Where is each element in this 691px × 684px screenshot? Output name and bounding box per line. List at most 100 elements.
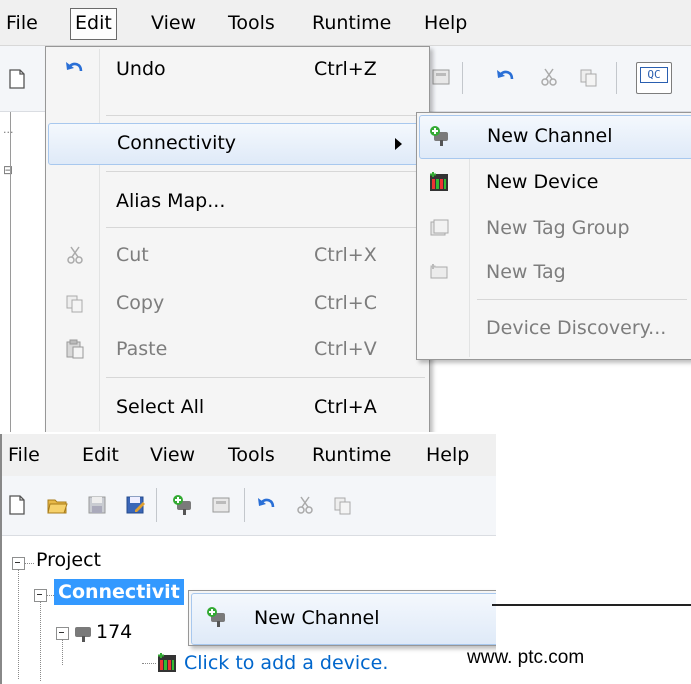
cut-icon[interactable] [294,494,316,516]
toolbar-separator [462,62,463,94]
add-device-link[interactable]: Click to add a device. [184,650,388,676]
menu-separator [106,377,425,378]
cut-icon [64,244,86,266]
menu-file[interactable]: File [2,8,42,38]
menu-item-new-device[interactable]: New Device [419,161,691,203]
new-document-icon[interactable] [6,68,28,90]
menu-file[interactable]: File [4,440,44,470]
menu-item-shortcut: Ctrl+C [314,292,377,314]
menu-item-label: New Tag Group [486,217,630,239]
menu-view[interactable]: View [147,8,200,38]
menu-help[interactable]: Help [420,8,471,38]
undo-icon [64,58,86,80]
menu-item-connectivity[interactable]: Connectivity [48,123,429,165]
tree-connector [40,601,42,681]
copy-icon [64,292,86,314]
top-screenshot-panel: File Edit View Tools Runtime Help QC ...… [0,0,691,432]
open-folder-icon[interactable] [46,494,68,516]
channel-icon [72,621,94,643]
menu-item-label: New Device [486,171,599,193]
menu-item-new-channel[interactable]: New Channel [419,115,691,159]
properties-icon[interactable] [430,66,452,88]
menu-item-copy[interactable]: Copy Ctrl+C [48,283,427,323]
menu-edit[interactable]: Edit [70,8,117,40]
menu-view[interactable]: View [146,440,199,470]
new-document-icon[interactable] [6,494,28,516]
tree-connector [24,563,34,565]
menu-item-shortcut: Ctrl+Z [314,58,377,80]
menu-item-undo[interactable]: Undo Ctrl+Z [48,49,427,89]
menu-item-label: New Tag [486,261,566,283]
menu-item-select-all[interactable]: Select All Ctrl+A [48,387,427,427]
save-as-icon[interactable] [124,494,146,516]
menu-item-label: Cut [116,244,149,266]
save-icon[interactable] [86,494,108,516]
menu-separator [106,115,425,116]
tree-expander[interactable]: ⊟ [3,163,13,177]
menu-item-label: Connectivity [117,132,237,154]
toolbar [2,476,496,536]
tree-node-connectivity[interactable]: Connectivit [54,579,184,605]
menu-item-label: Copy [116,292,165,314]
tree-node-channel[interactable]: 174 [96,619,132,645]
undo-icon[interactable] [495,66,517,88]
tree-node-project[interactable]: Project [36,547,101,573]
menu-item-label: Select All [116,396,205,418]
menu-item-shortcut: Ctrl+V [314,338,377,360]
menu-separator [106,227,425,228]
new-channel-icon[interactable] [172,494,194,516]
menu-item-label: New Channel [254,607,380,629]
menu-tools[interactable]: Tools [224,8,279,38]
menu-item-alias-map[interactable]: Alias Map... [48,181,427,221]
toolbar-separator [244,488,245,522]
properties-icon[interactable] [210,494,232,516]
toolbar-separator [156,488,157,522]
edit-menu-dropdown: Undo Ctrl+Z Connectivity Alias Map... Cu… [45,46,430,432]
menu-bar: File Edit View Tools Runtime Help [0,0,691,46]
menu-item-shortcut: Ctrl+A [314,396,377,418]
context-menu: New Channel [188,590,496,646]
menu-tools[interactable]: Tools [224,440,279,470]
new-channel-icon [429,125,451,147]
menu-runtime[interactable]: Runtime [308,8,395,38]
menu-edit[interactable]: Edit [78,440,123,470]
undo-icon[interactable] [256,494,278,516]
divider-line [492,604,691,606]
menu-item-label: Undo [116,58,166,80]
menu-item-cut[interactable]: Cut Ctrl+X [48,235,427,275]
copy-icon[interactable] [578,66,600,88]
tree-connector [62,639,64,665]
submenu-arrow-icon [395,138,402,150]
new-channel-icon [206,606,228,628]
bottom-screenshot-panel: File Edit View Tools Runtime Help Projec… [0,434,496,684]
window-border [10,112,11,432]
menu-item-new-tag-group[interactable]: New Tag Group [419,207,691,249]
tree-connector [46,595,54,597]
tree-dots: ... [3,123,14,136]
menu-item-paste[interactable]: Paste Ctrl+V [48,329,427,369]
new-device-icon [156,652,178,674]
menu-item-label: Device Discovery... [486,317,667,339]
quick-client-icon[interactable]: QC [636,62,672,94]
new-device-icon [428,171,450,193]
tree-connector [142,663,156,665]
watermark-text: www. ptc.com [467,647,585,668]
new-tag-group-icon [428,217,450,239]
cut-icon[interactable] [538,66,560,88]
menu-item-shortcut: Ctrl+X [314,244,377,266]
menu-item-new-tag[interactable]: New Tag [419,251,691,293]
menu-item-label: Alias Map... [116,190,226,212]
menu-separator [477,299,687,300]
paste-icon [64,338,86,360]
menu-item-label: New Channel [487,125,613,147]
menu-bar: File Edit View Tools Runtime Help [2,434,496,476]
menu-separator [106,171,425,172]
menu-item-device-discovery[interactable]: Device Discovery... [419,307,691,349]
menu-item-label: Paste [116,338,168,360]
copy-icon[interactable] [332,494,354,516]
menu-item-new-channel[interactable]: New Channel [191,593,496,645]
menu-help[interactable]: Help [422,440,473,470]
quick-client-label: QC [640,67,668,83]
menu-runtime[interactable]: Runtime [308,440,395,470]
tree-connector [18,569,20,679]
